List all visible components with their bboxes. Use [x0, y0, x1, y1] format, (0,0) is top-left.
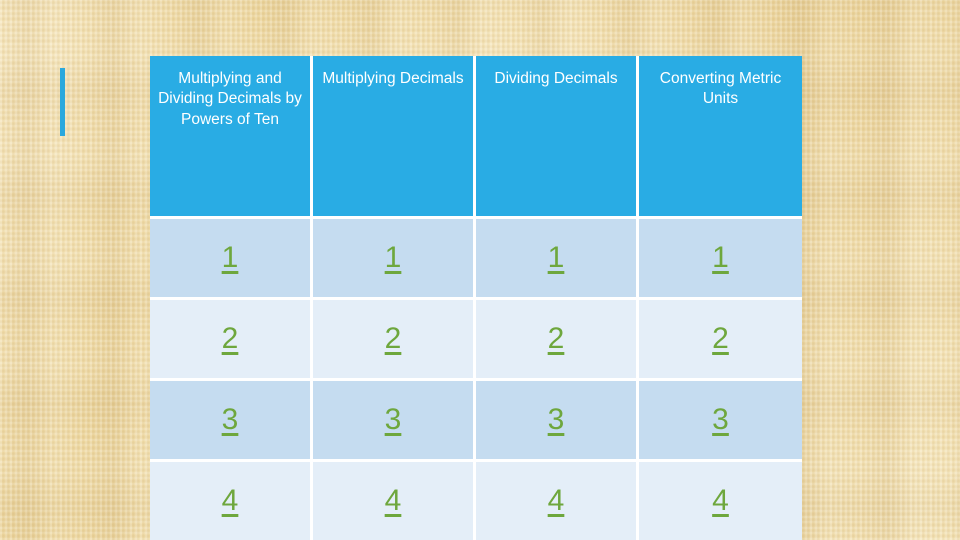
table-cell: 4	[476, 462, 639, 540]
table-cell: 4	[639, 462, 802, 540]
resource-link[interactable]: 1	[222, 243, 239, 273]
resource-link[interactable]: 3	[222, 405, 239, 435]
column-header-converting-metric-units: Converting Metric Units	[639, 56, 802, 219]
table-cell: 3	[313, 381, 476, 462]
table-cell: 4	[150, 462, 313, 540]
topic-link-table: Multiplying and Dividing Decimals by Pow…	[150, 56, 802, 540]
table-header-row: Multiplying and Dividing Decimals by Pow…	[150, 56, 802, 219]
table-cell: 2	[150, 300, 313, 381]
table-cell: 2	[313, 300, 476, 381]
column-header-dividing-decimals: Dividing Decimals	[476, 56, 639, 219]
table-cell: 1	[150, 219, 313, 300]
resource-link[interactable]: 1	[548, 243, 565, 273]
resource-link[interactable]: 4	[712, 486, 729, 516]
table-cell: 1	[313, 219, 476, 300]
table-cell: 2	[476, 300, 639, 381]
resource-link[interactable]: 2	[548, 324, 565, 354]
column-header-multiplying-dividing-powers-of-ten: Multiplying and Dividing Decimals by Pow…	[150, 56, 313, 219]
table-cell: 1	[476, 219, 639, 300]
decorative-accent-bar	[60, 68, 65, 136]
resource-link[interactable]: 2	[385, 324, 402, 354]
resource-link[interactable]: 4	[222, 486, 239, 516]
table-row: 2 2 2 2	[150, 300, 802, 381]
resource-link[interactable]: 4	[548, 486, 565, 516]
table-cell: 2	[639, 300, 802, 381]
resource-link[interactable]: 4	[385, 486, 402, 516]
table-row: 3 3 3 3	[150, 381, 802, 462]
table-cell: 4	[313, 462, 476, 540]
table-cell: 3	[150, 381, 313, 462]
table-row: 4 4 4 4	[150, 462, 802, 540]
resource-link[interactable]: 3	[548, 405, 565, 435]
table-row: 1 1 1 1	[150, 219, 802, 300]
resource-link[interactable]: 2	[222, 324, 239, 354]
resource-link[interactable]: 3	[385, 405, 402, 435]
resource-link[interactable]: 2	[712, 324, 729, 354]
table-cell: 3	[476, 381, 639, 462]
resource-link[interactable]: 1	[712, 243, 729, 273]
slide-canvas: Multiplying and Dividing Decimals by Pow…	[0, 0, 960, 540]
column-header-multiplying-decimals: Multiplying Decimals	[313, 56, 476, 219]
table-cell: 3	[639, 381, 802, 462]
resource-link[interactable]: 3	[712, 405, 729, 435]
table-cell: 1	[639, 219, 802, 300]
resource-link[interactable]: 1	[385, 243, 402, 273]
